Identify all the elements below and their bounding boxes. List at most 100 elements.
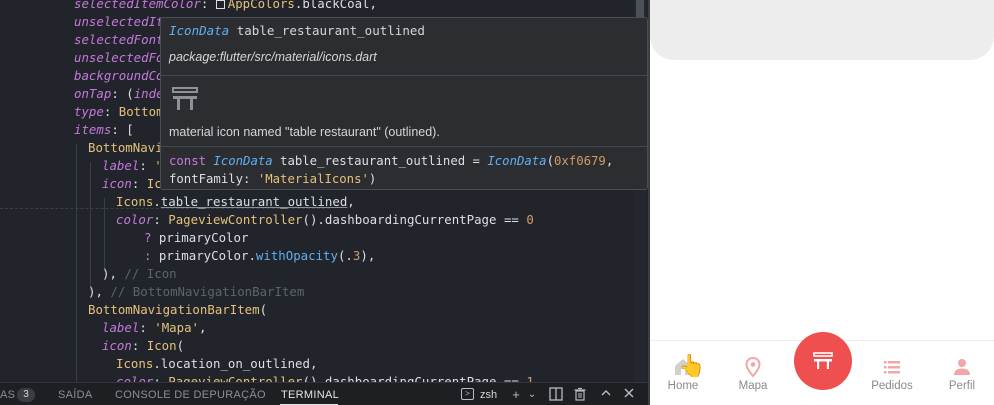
code-token: : [139,158,155,173]
code-token: primaryColor. [158,248,256,263]
code-token: .blackCoal, [294,0,377,11]
tab-problems[interactable]: AS [0,389,15,401]
split-terminal-icon[interactable] [548,387,564,403]
code-text: table_restaurant_outlined = [272,154,488,168]
color-swatch-icon[interactable] [215,0,225,9]
code-text: ) [368,172,377,186]
problems-count-badge: 3 [17,388,35,402]
terminal-shell-icon[interactable]: > [461,388,474,400]
code-token: (. [337,248,353,263]
code-token: , [347,194,355,209]
nav-label-perfil: Perfil [948,380,976,392]
code-token: : [144,248,159,263]
code-line: label: ' [102,157,162,175]
code-token: dashboardingCurrentPage == [324,212,527,227]
code-token: : [153,212,169,227]
close-panel-icon[interactable] [621,387,637,403]
code-text: ( [546,154,554,168]
code-keyword: const [169,154,214,168]
code-token: ), [102,266,125,281]
trash-icon[interactable] [572,387,588,403]
code-token: .location_on_outlined, [153,356,318,371]
code-token: : [200,0,216,11]
hover-package-path: package:flutter/src/material/icons.dart [169,50,377,64]
table-restaurant-icon [172,87,198,110]
tab-terminal[interactable]: TERMINAL [281,389,339,401]
code-token: unselectedFo [74,50,164,65]
code-token: (). [302,212,325,227]
maximize-panel-icon[interactable] [598,387,614,403]
nav-label-pedidos: Pedidos [871,380,913,392]
code-token: ( [176,338,185,353]
hand-pointer-icon: 👆 [678,354,706,379]
code-token: onTap [74,86,112,101]
code-line: backgroundCo [74,67,164,85]
code-line: selectedItemColor: AppColors.blackCoal, [74,0,377,13]
code-token: BottomNavigationBarItem [88,302,260,317]
indent-guide [76,144,77,382]
code-line: ? primaryColor [144,229,248,247]
code-line: type: Bottom [74,103,164,121]
editor-scrollbar-thumb[interactable] [636,0,644,18]
code-line: ), // Icon [102,265,177,283]
nav-item-mapa[interactable]: Mapa [723,356,783,396]
code-token: 1 [526,374,534,382]
nav-item-pedidos[interactable]: Pedidos [862,356,922,396]
tab-debug-console[interactable]: CONSOLE DE DEPURAÇÃO [115,389,266,401]
chevron-down-icon[interactable]: ⌄ [524,387,540,403]
code-token: Icons [116,356,154,371]
hover-signature-name: table_restaurant_outlined [236,23,425,38]
code-token: AppColors [227,0,295,11]
list-icon [884,361,900,374]
hover-tooltip: IconData table_restaurant_outlined packa… [160,17,648,190]
indent-guide [104,198,105,272]
code-line: Icons.location_on_outlined, [116,355,317,373]
device-preview: Home 👆 Mapa Pedidos Perfil [650,0,994,405]
code-token: Bottom [118,104,164,119]
nav-label-mapa: Mapa [738,380,768,392]
code-line: icon: Icon( [102,337,184,355]
code-token: PageviewController [168,374,303,382]
code-token: label [102,158,140,173]
code-token: 'Mapa' [154,320,199,335]
code-line: color: PageviewController().dashboarding… [116,211,534,229]
code-line: onTap: (inde [74,85,164,103]
code-token: selectedItemColor [74,0,201,11]
terminal-shell-label[interactable]: zsh [480,389,497,401]
add-terminal-icon[interactable]: + [508,387,524,403]
nav-item-perfil[interactable]: Perfil [932,356,992,396]
location-icon [745,356,761,378]
code-token: Icons [116,194,154,209]
code-line: : primaryColor.withOpacity(.3), [144,247,375,265]
code-token: color [116,374,154,382]
code-token: color [116,212,154,227]
code-token: primaryColor [158,230,249,245]
code-token: table_restaurant_outlined [160,194,348,209]
code-token: : [103,104,119,119]
code-token: 0 [526,212,534,227]
code-number: 0xf0679 [554,154,606,168]
hover-description: material icon named "table restaurant" (… [169,125,440,139]
code-token: withOpacity [255,248,338,263]
code-token: label [102,320,140,335]
table-restaurant-fab-button[interactable] [794,332,852,390]
code-line: color: PageviewController().dashboarding… [116,373,534,382]
code-line: Icons.table_restaurant_outlined, [116,193,355,211]
code-token: : [139,320,155,335]
code-token: backgroundCo [74,68,164,83]
code-line: selectedFont [74,31,164,49]
code-token: icon [102,176,132,191]
code-type: IconData [487,154,547,168]
code-text: fontFamily: [169,172,258,186]
tab-output[interactable]: SAÍDA [58,389,93,401]
code-string: 'MaterialIcons' [257,172,369,186]
indent-guide [90,162,91,290]
hover-divider [161,146,647,147]
code-line: items: [ [74,121,134,139]
hover-signature: IconData table_restaurant_outlined [169,23,425,38]
code-line: unselectedIt [74,13,164,31]
code-line: label: 'Mapa', [102,319,206,337]
code-line: BottomNavi [88,139,163,157]
content-card [650,0,994,60]
code-token: ), [88,284,111,299]
